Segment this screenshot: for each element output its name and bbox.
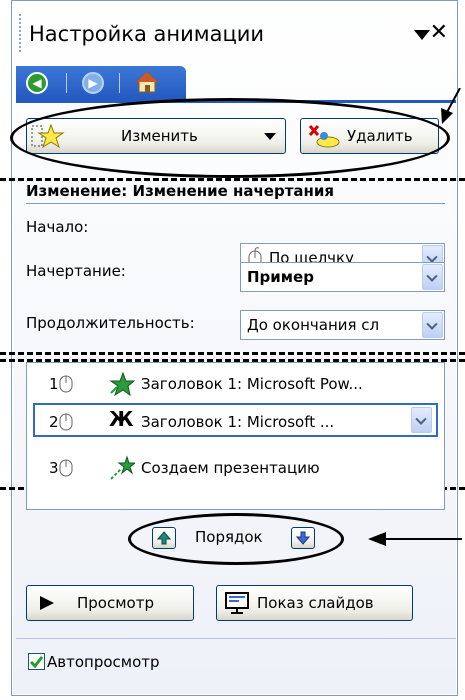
annotation-arrow-order — [384, 538, 462, 540]
pane-title: Настройка анимации — [29, 22, 265, 46]
autopreview-checkbox[interactable] — [28, 653, 45, 670]
style-label: Начертание: — [26, 262, 126, 280]
heading-rule — [26, 203, 445, 204]
forward-icon[interactable]: ▶ — [82, 72, 104, 94]
bold-style-icon: Ж — [109, 407, 134, 431]
autopreview-label: Автопросмотр — [47, 653, 160, 671]
effect-heading: Изменение: Изменение начертания — [26, 182, 335, 200]
entrance-star-icon — [110, 455, 135, 480]
effects-list[interactable]: 1 Заголовок 1: Microsoft Pow... 2 Ж Заго… — [26, 362, 445, 510]
annotation-arrowhead — [368, 532, 386, 546]
play-icon — [40, 596, 54, 610]
style-select-value: Пример — [247, 268, 314, 286]
mouse-icon — [59, 413, 73, 431]
list-item-number: 3 — [49, 459, 59, 477]
chevron-down-icon[interactable] — [422, 312, 443, 338]
mouse-icon — [59, 459, 73, 477]
arrow-up-icon — [157, 531, 171, 545]
list-item-selected[interactable]: 2 Ж Заголовок 1: Microsoft ... — [33, 403, 438, 437]
annotation-arrow-toolbar — [441, 88, 461, 124]
style-select[interactable]: Пример — [240, 262, 445, 292]
close-icon[interactable]: ✕ — [430, 20, 448, 45]
list-item-text: Заголовок 1: Microsoft Pow... — [141, 375, 363, 393]
preview-button[interactable]: Просмотр — [26, 585, 194, 621]
back-icon[interactable]: ◀ — [26, 72, 48, 94]
order-label: Порядок — [195, 528, 263, 546]
move-down-button[interactable] — [291, 527, 315, 549]
pane-nav-bar: ◀ ▶ — [16, 66, 186, 100]
drag-grip[interactable] — [19, 14, 21, 54]
mouse-icon — [59, 375, 73, 393]
chevron-down-icon[interactable] — [411, 407, 432, 433]
slideshow-icon — [225, 592, 249, 614]
home-icon[interactable] — [135, 71, 159, 93]
footer-rule — [16, 638, 456, 639]
list-item-number: 1 — [49, 375, 59, 393]
emphasis-star-icon — [109, 371, 135, 397]
duration-select[interactable]: До окончания сл — [240, 310, 445, 340]
list-item[interactable]: 3 Создаем презентацию — [27, 451, 444, 485]
list-item-text: Создаем презентацию — [141, 459, 320, 477]
arrow-down-icon — [296, 531, 310, 545]
chevron-down-icon[interactable] — [422, 264, 443, 290]
preview-button-label: Просмотр — [77, 594, 154, 612]
check-icon — [29, 656, 44, 669]
list-item-text: Заголовок 1: Microsoft ... — [141, 413, 335, 431]
duration-label: Продолжительность: — [26, 314, 195, 332]
annotation-dashed-line — [0, 178, 465, 181]
pane-titlebar: Настройка анимации ✕ — [11, 0, 458, 66]
annotation-ellipse-toolbar — [10, 98, 450, 178]
duration-select-value: До окончания сл — [247, 316, 380, 334]
slideshow-button-label: Показ слайдов — [257, 594, 374, 612]
annotation-dashed-line — [0, 352, 465, 355]
pane-menu-dropdown-icon[interactable] — [414, 30, 430, 40]
list-item-number: 2 — [49, 413, 59, 431]
start-label: Начало: — [26, 218, 89, 236]
list-item[interactable]: 1 Заголовок 1: Microsoft Pow... — [27, 367, 444, 401]
move-up-button[interactable] — [152, 527, 176, 549]
slideshow-button[interactable]: Показ слайдов — [216, 585, 413, 621]
